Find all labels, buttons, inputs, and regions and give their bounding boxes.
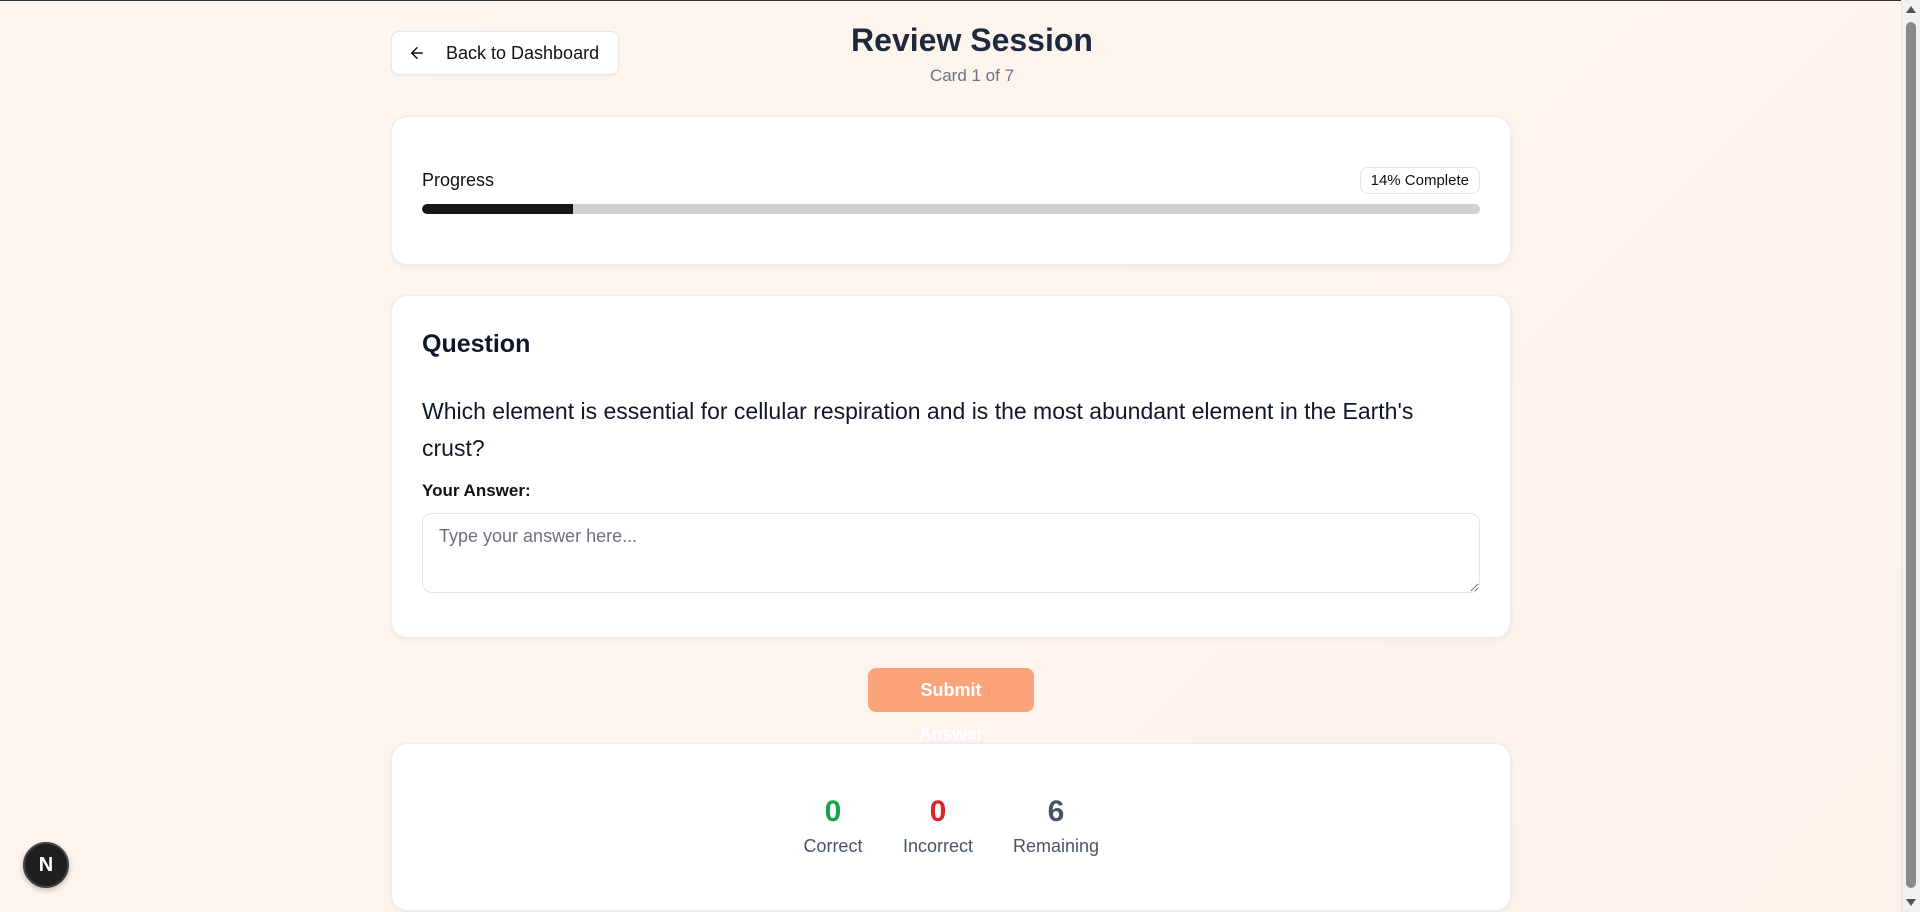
stat-incorrect-label: Incorrect — [902, 836, 973, 856]
answer-input[interactable] — [422, 513, 1480, 593]
progress-label: Progress — [422, 170, 495, 190]
card-counter: Card 1 of 7 — [929, 66, 1015, 85]
scrollbar-thumb[interactable] — [1906, 22, 1916, 888]
question-text: Which element is essential for cellular … — [422, 398, 1414, 461]
stats-card: 0 Correct 0 Incorrect 6 Remaining — [391, 743, 1511, 911]
nextjs-logo-icon[interactable]: N — [23, 842, 69, 888]
stat-correct: 0 Correct — [803, 794, 863, 857]
stat-correct-value: 0 — [824, 795, 842, 828]
title-block: Review Session Card 1 of 7 — [391, 20, 1511, 86]
submit-answer-button[interactable]: Submit Answer — [868, 668, 1034, 744]
progress-header: Progress 14% Complete — [422, 167, 1480, 194]
scroll-down-arrow-icon[interactable] — [1906, 899, 1916, 906]
stat-correct-label: Correct — [803, 836, 863, 856]
stats-row: 0 Correct 0 Incorrect 6 Remaining — [392, 794, 1510, 857]
question-heading: Question — [422, 330, 531, 358]
framework-badge-letter: N — [38, 853, 54, 876]
progress-bar — [422, 204, 1480, 214]
progress-bar-fill — [422, 204, 574, 214]
progress-badge: 14% Complete — [1359, 167, 1480, 194]
answer-label: Your Answer: — [422, 481, 531, 500]
page-title: Review Session — [851, 22, 1093, 58]
question-card: Question Which element is essential for … — [391, 295, 1511, 638]
stat-incorrect: 0 Incorrect — [903, 794, 973, 857]
stat-incorrect-value: 0 — [929, 795, 947, 828]
review-session-page: Back to Dashboard Review Session Card 1 … — [391, 0, 1511, 911]
progress-card: Progress 14% Complete — [391, 116, 1511, 265]
stat-remaining: 6 Remaining — [1013, 794, 1099, 857]
stat-remaining-label: Remaining — [1012, 836, 1100, 856]
vertical-scrollbar[interactable] — [1901, 0, 1920, 912]
scroll-up-arrow-icon[interactable] — [1906, 6, 1916, 13]
stat-remaining-value: 6 — [1047, 795, 1065, 828]
page-header: Back to Dashboard Review Session Card 1 … — [391, 0, 1511, 116]
submit-area: Submit Answer — [391, 668, 1511, 745]
